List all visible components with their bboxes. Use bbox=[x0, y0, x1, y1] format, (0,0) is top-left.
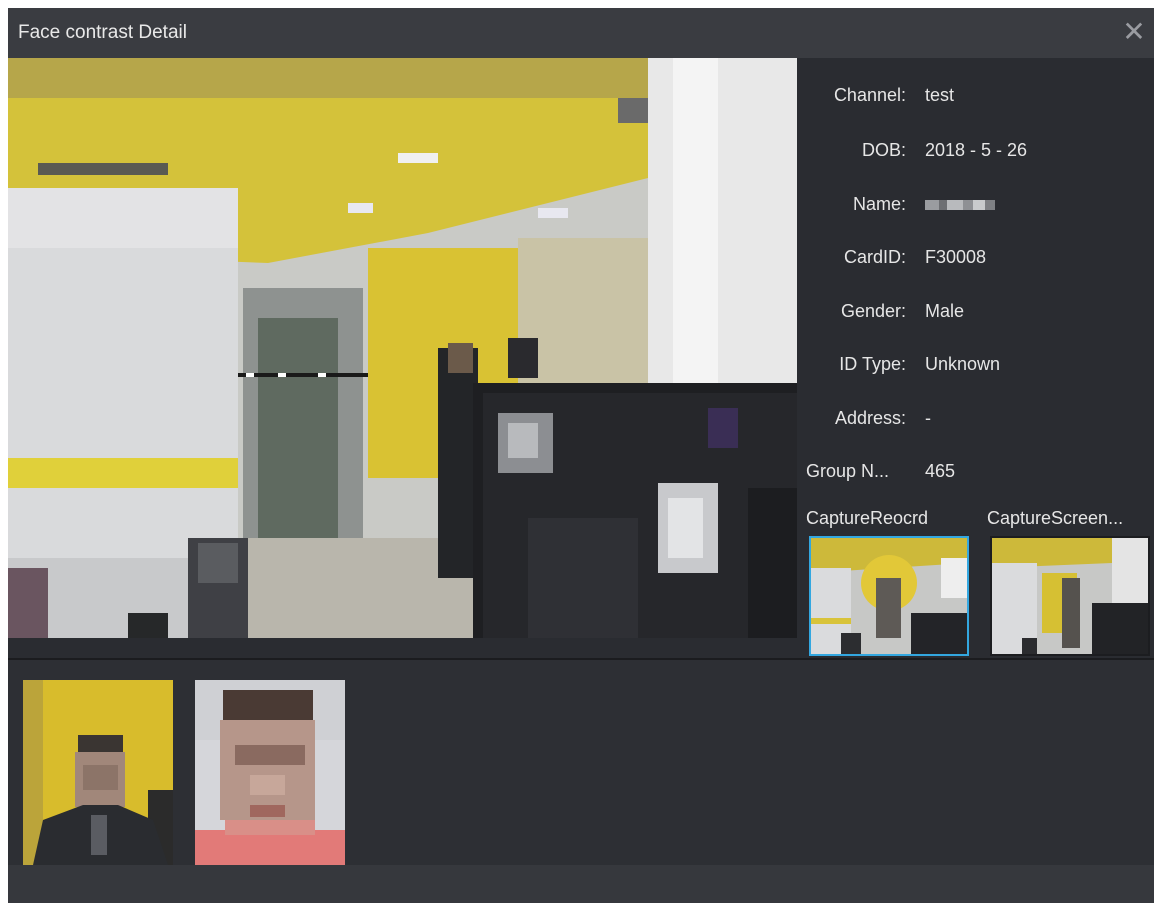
group-value: 465 bbox=[925, 461, 956, 481]
registered-face-picture bbox=[195, 680, 345, 865]
card-id-row: CardID: F30008 bbox=[797, 247, 1154, 271]
video-preview bbox=[8, 58, 797, 638]
captured-face-picture bbox=[23, 680, 173, 865]
name-row: Name: bbox=[797, 194, 1154, 218]
close-icon[interactable]: ✕ bbox=[1120, 16, 1148, 48]
capture-record-image bbox=[811, 538, 967, 654]
redacted-name-block bbox=[925, 200, 995, 210]
name-value bbox=[925, 194, 995, 215]
address-row: Address: - bbox=[797, 408, 1154, 432]
gender-row: Gender: Male bbox=[797, 301, 1154, 325]
gender-value: Male bbox=[925, 301, 965, 321]
capture-record-thumbnail[interactable] bbox=[809, 536, 969, 656]
registered-face-image[interactable] bbox=[195, 680, 345, 865]
capture-screen-label: CaptureScreen... bbox=[987, 508, 1124, 528]
capture-screen-thumbnail[interactable] bbox=[990, 536, 1150, 656]
info-panel: Channel: test DOB: 2018 - 5 - 26 Name: C… bbox=[797, 58, 1154, 658]
card-id-value: F30008 bbox=[925, 247, 987, 267]
face-comparison-panel bbox=[8, 658, 1154, 875]
dob-row: DOB: 2018 - 5 - 26 bbox=[797, 140, 1154, 164]
channel-label: Channel: bbox=[833, 85, 906, 105]
dob-value: 2018 - 5 - 26 bbox=[925, 140, 1028, 160]
name-label: Name: bbox=[852, 194, 906, 214]
capture-screen-image bbox=[992, 538, 1148, 654]
group-label: Group N... bbox=[806, 461, 890, 481]
id-type-value: Unknown bbox=[925, 354, 1001, 374]
dialog-title: Face contrast Detail bbox=[18, 22, 187, 43]
channel-value: test bbox=[925, 85, 955, 105]
id-type-label: ID Type: bbox=[839, 354, 906, 374]
gender-label: Gender: bbox=[840, 301, 906, 321]
face-contrast-dialog: Face contrast Detail ✕ Channel: test DOB… bbox=[8, 8, 1154, 903]
video-frame-image bbox=[8, 58, 797, 638]
captured-face-image[interactable] bbox=[23, 680, 173, 865]
status-bar bbox=[8, 865, 1154, 903]
id-type-row: ID Type: Unknown bbox=[797, 354, 1154, 378]
capture-record-label: CaptureReocrd bbox=[806, 508, 929, 528]
channel-row: Channel: test bbox=[797, 85, 1154, 109]
title-bar: Face contrast Detail ✕ bbox=[8, 8, 1154, 58]
dob-label: DOB: bbox=[861, 140, 906, 160]
address-label: Address: bbox=[834, 408, 906, 428]
card-id-label: CardID: bbox=[843, 247, 906, 267]
address-value: - bbox=[925, 408, 931, 428]
group-row: Group N... 465 bbox=[797, 461, 1154, 485]
